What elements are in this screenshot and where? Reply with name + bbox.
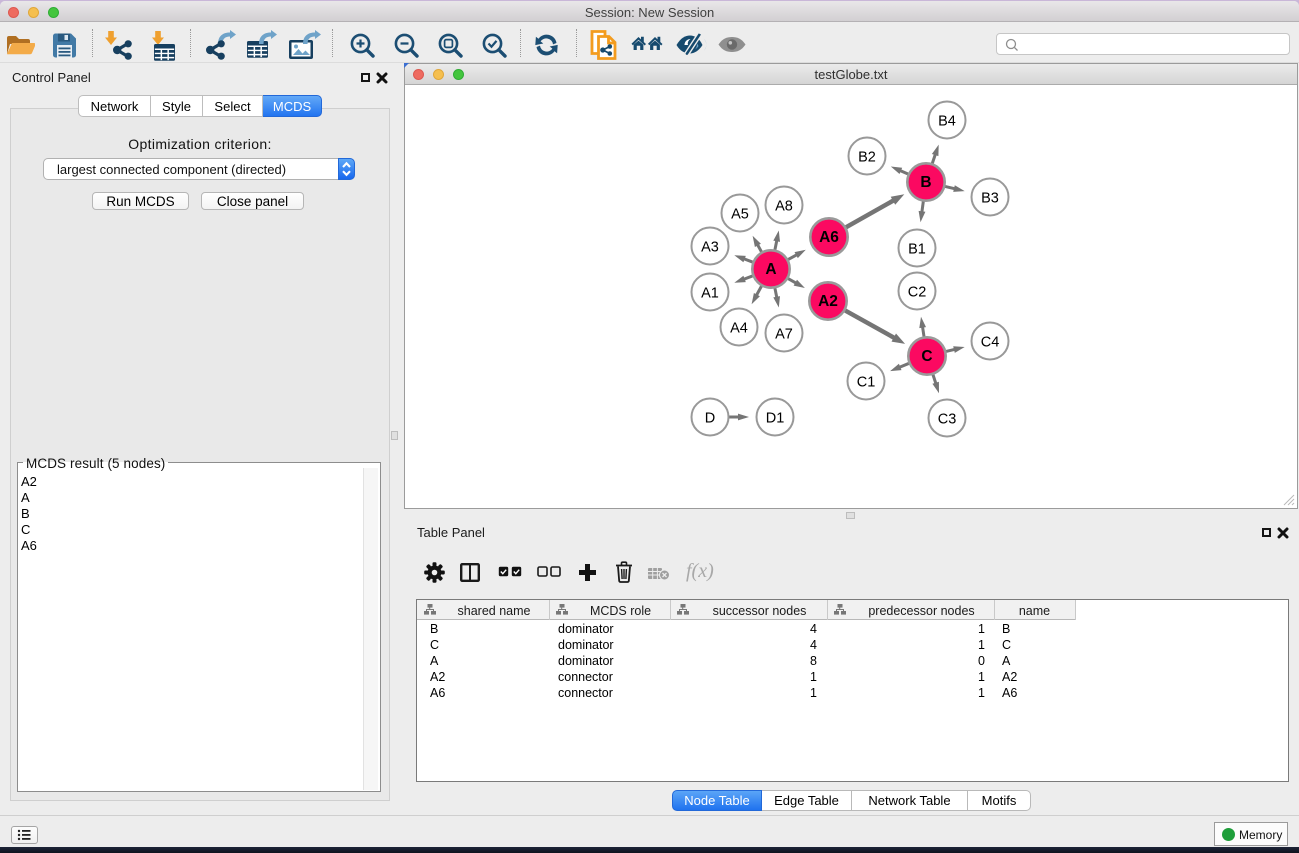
svg-text:C: C <box>921 348 932 365</box>
svg-text:B: B <box>920 174 931 191</box>
svg-text:A2: A2 <box>818 293 838 310</box>
svg-text:A7: A7 <box>775 327 793 343</box>
svg-text:D: D <box>705 411 715 427</box>
svg-text:A3: A3 <box>701 240 719 256</box>
svg-text:A: A <box>765 261 776 278</box>
svg-text:A1: A1 <box>701 286 719 302</box>
svg-text:B1: B1 <box>908 242 926 258</box>
svg-text:B4: B4 <box>938 114 956 130</box>
svg-text:C4: C4 <box>981 335 1000 351</box>
svg-text:A4: A4 <box>730 321 748 337</box>
svg-text:A5: A5 <box>731 207 749 223</box>
svg-text:D1: D1 <box>766 411 785 427</box>
svg-text:A6: A6 <box>819 229 839 246</box>
svg-text:C3: C3 <box>938 412 957 428</box>
svg-text:B2: B2 <box>858 150 876 166</box>
svg-text:A8: A8 <box>775 199 793 215</box>
svg-text:C1: C1 <box>857 375 876 391</box>
svg-text:B3: B3 <box>981 191 999 207</box>
svg-text:C2: C2 <box>908 285 927 301</box>
